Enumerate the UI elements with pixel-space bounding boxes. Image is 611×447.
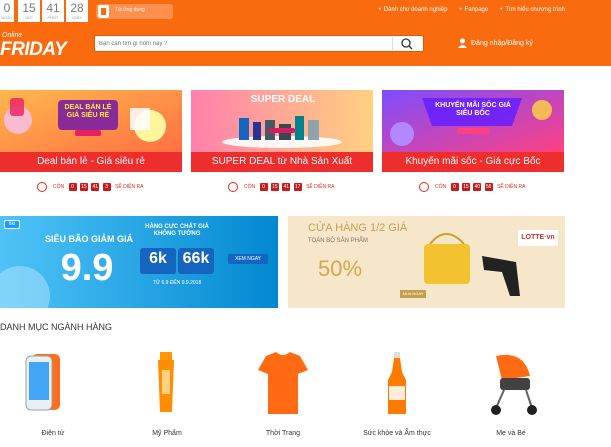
search-button[interactable] bbox=[392, 37, 421, 50]
category-health-food[interactable]: Sức khỏe và Ẩm thực bbox=[352, 350, 442, 437]
tiki-badge: tiki bbox=[4, 220, 20, 229]
banner-lotte-half-price[interactable]: CỬA HÀNG 1/2 GIÁ TOÀN BỘ SẢN PHẨM 50% MU… bbox=[288, 216, 565, 308]
deal-banner-shock: KHUYẾN MÃI SỐC GIÁ SIÊU BỐC bbox=[382, 90, 564, 152]
tshirt-icon bbox=[238, 350, 328, 418]
banner-left-note: HÀNG CỰC CHẤT GIÁ KHÔNG TƯỞNG bbox=[145, 224, 209, 237]
top-links: Dành cho doanh nghiệp Fanpage Tìm hiểu c… bbox=[379, 7, 565, 13]
deal-banner-super: SUPER DEAL bbox=[191, 90, 373, 152]
category-fashion[interactable]: Thời Trang bbox=[238, 350, 328, 437]
countdown-hours: 15 GIỜ bbox=[18, 0, 40, 22]
logo-online: Online bbox=[2, 32, 23, 39]
category-mother-baby[interactable]: Mẹ và Bé bbox=[466, 350, 556, 437]
link-business[interactable]: Dành cho doanh nghiệp bbox=[379, 7, 448, 13]
category-cosmetics[interactable]: Mỹ Phẩm bbox=[122, 350, 212, 437]
category-label: Sức khỏe và Ẩm thực bbox=[363, 430, 431, 437]
link-fanpage[interactable]: Fanpage bbox=[459, 7, 489, 13]
login-label: Đăng nhập/Đăng ký bbox=[471, 39, 533, 47]
user-icon bbox=[458, 38, 467, 48]
deal-timer-super: CÒN 0 15 41 17 SẼ DIỄN RA bbox=[191, 182, 373, 196]
deal-timer-retail: CÒN 0 15 41 3 SẼ DIỄN RA bbox=[0, 182, 182, 196]
deal-art-text-retail: DEAL BÁN LẺ GIÁ SIÊU RẺ bbox=[64, 104, 112, 119]
deal-art-text-shock: KHUYẾN MÃI SỐC GIÁ SIÊU BỐC bbox=[435, 102, 511, 117]
download-app-button[interactable]: Tải ứng dụng bbox=[96, 4, 173, 19]
countdown-minutes: 41 PHÚT bbox=[42, 0, 64, 22]
cosmetic-tube-icon bbox=[122, 350, 212, 418]
phone-icon bbox=[98, 5, 109, 18]
logo[interactable]: Online FRIDAY bbox=[0, 32, 80, 62]
download-app-label: Tải ứng dụng bbox=[115, 7, 145, 13]
logo-friday: FRIDAY bbox=[0, 39, 67, 60]
bottle-icon bbox=[352, 350, 442, 418]
banner-right-discount: 50% bbox=[318, 256, 363, 281]
deal-art-text-super: SUPER DEAL bbox=[250, 94, 316, 105]
banner-left-price2: 66k bbox=[182, 250, 210, 267]
deal-card-shock[interactable]: KHUYẾN MÃI SỐC GIÁ SIÊU BỐC Khuyến mãi s… bbox=[382, 90, 564, 202]
deal-title-retail: Deal bán lẻ - Giá siêu rẻ bbox=[0, 152, 182, 172]
alarm-clock-icon bbox=[36, 182, 47, 192]
banner-left-headline: SIÊU BÃO GIẢM GIÁ bbox=[44, 234, 133, 244]
search-icon bbox=[401, 38, 413, 50]
link-about-program[interactable]: Tìm hiểu chương trình bbox=[500, 7, 565, 13]
deal-card-super[interactable]: SUPER DEAL SUPER DEAL từ Nhà Sản Xuất CÒ… bbox=[191, 90, 373, 202]
category-label: Mỹ Phẩm bbox=[152, 430, 182, 437]
banner-right-sub: TOÀN BỘ SẢN PHẨM bbox=[308, 238, 368, 244]
search-input[interactable] bbox=[99, 37, 389, 50]
search-box bbox=[94, 35, 424, 52]
stroller-icon bbox=[466, 350, 556, 418]
category-label: Thời Trang bbox=[265, 430, 301, 437]
banner-right-cta[interactable]: MUA NGAY bbox=[400, 290, 426, 298]
header: Online FRIDAY Đăng nhập/Đăng ký bbox=[0, 24, 611, 66]
category-label: Mẹ và Bé bbox=[496, 430, 526, 437]
login-link[interactable]: Đăng nhập/Đăng ký bbox=[458, 38, 533, 48]
banner-left-big: 9.9 bbox=[60, 247, 114, 289]
countdown-seconds: 28 GIÂY bbox=[66, 0, 88, 22]
countdown-days: 0 NGÀY bbox=[0, 0, 14, 22]
category-title: DANH MỤC NGÀNH HÀNG bbox=[0, 322, 113, 332]
banner-left-cta[interactable]: XEM NGAY bbox=[228, 256, 268, 262]
alarm-clock-icon bbox=[227, 182, 238, 192]
category-label: Điện tử bbox=[41, 430, 65, 437]
banner-left-dates: TỪ 6.9 ĐẾN 9.9.2018 bbox=[152, 280, 202, 286]
deal-title-super: SUPER DEAL từ Nhà Sản Xuất bbox=[191, 152, 373, 172]
banner-left-price1: 6k bbox=[149, 250, 167, 267]
alarm-clock-icon bbox=[418, 182, 429, 192]
banner-tiki-99[interactable]: tiki SIÊU BÃO GIẢM GIÁ 9.9 HÀNG CỰC CHẤT… bbox=[0, 216, 278, 308]
deal-timer-shock: CÒN 0 15 40 56 SẼ DIỄN RA bbox=[382, 182, 564, 196]
lotte-logo: LOTTE·vn bbox=[521, 234, 555, 241]
banner-right-headline: CỬA HÀNG 1/2 GIÁ bbox=[308, 222, 408, 234]
deal-banner-retail: DEAL BÁN LẺ GIÁ SIÊU RẺ bbox=[0, 90, 182, 152]
deal-title-shock: Khuyến mãi sốc - Giá cực Bốc bbox=[382, 152, 564, 172]
deal-card-retail[interactable]: DEAL BÁN LẺ GIÁ SIÊU RẺ Deal bán lẻ - Gi… bbox=[0, 90, 182, 202]
phone-icon bbox=[8, 350, 98, 418]
top-bar: 0 NGÀY 15 GIỜ 41 PHÚT 28 GIÂY Tải ứng dụ… bbox=[0, 0, 611, 24]
category-electronics[interactable]: Điện tử bbox=[8, 350, 98, 437]
